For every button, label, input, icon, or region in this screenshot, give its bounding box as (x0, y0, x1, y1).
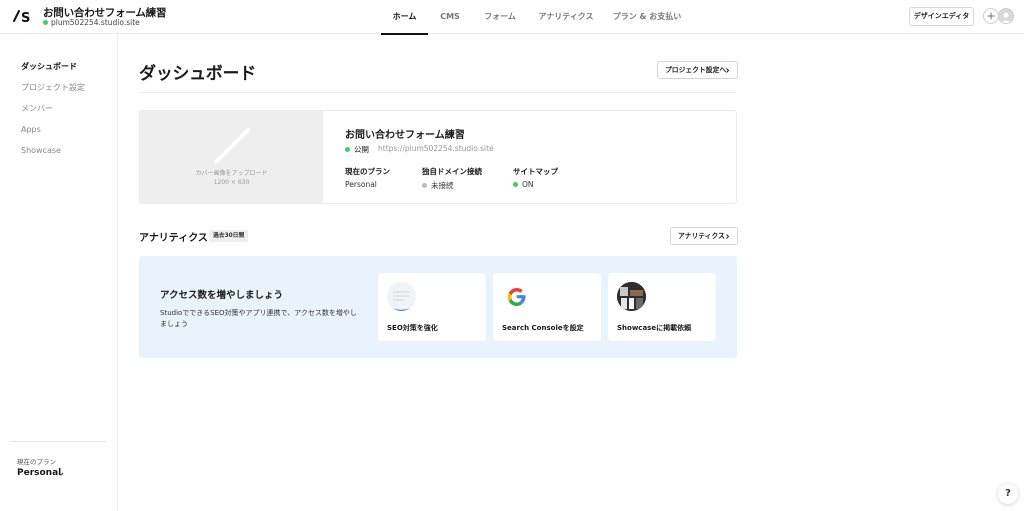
google-icon (502, 282, 531, 311)
chevron-down-icon[interactable] (147, 9, 153, 15)
divider (139, 92, 737, 93)
sidebar-item-dashboard[interactable]: ダッシュボード (21, 61, 77, 72)
plan-selector[interactable]: Personal (17, 468, 61, 478)
top-bar: S お問い合わせフォーム練習 plum502254.studio.site ホー… (0, 0, 1024, 35)
plus-icon[interactable] (983, 8, 999, 24)
project-card: カバー画像をアップロード 1200 × 630 お問い合わせフォーム練習 公開 … (139, 110, 737, 204)
sidebar: ダッシュボード プロジェクト設定 メンバー Apps Showcase 現在のプ… (0, 34, 118, 511)
chevron-right-icon (726, 234, 730, 239)
design-editor-button[interactable]: デザインエディタ (909, 7, 974, 26)
site-url-link[interactable]: https://plum502254.studio.site (378, 144, 494, 153)
nav-tab-plan-billing[interactable]: プラン & お支払い (611, 0, 683, 34)
project-card-title: お問い合わせフォーム練習 (345, 130, 465, 141)
nav-tab-cms[interactable]: CMS (432, 0, 468, 34)
plan-label: 現在のプラン (17, 458, 56, 466)
tile-label: SEO対策を強化 (387, 324, 438, 332)
nav-tab-analytics[interactable]: アナリティクス (533, 0, 599, 34)
promo-title: アクセス数を増やしましょう (160, 290, 284, 301)
tile-seo[interactable]: SEO対策を強化 (378, 273, 486, 341)
status-dot (345, 146, 350, 152)
showcase-icon (617, 282, 646, 311)
project-url: plum502254.studio.site (43, 18, 140, 27)
domain-meta-label: 独自ドメイン接続 (422, 167, 482, 176)
avatar[interactable] (998, 8, 1014, 24)
page-title: ダッシュボード (139, 64, 256, 84)
analytics-promo-panel: アクセス数を増やしましょう StudioでできるSEO対策やアプリ連携で、アクセ… (139, 256, 737, 358)
plan-meta-value: Personal (345, 180, 377, 189)
image-placeholder-icon (214, 128, 250, 164)
user-avatar-icon (1001, 12, 1011, 23)
cover-upload-label: カバー画像をアップロード (195, 170, 268, 177)
svg-text:S: S (21, 11, 30, 23)
sidebar-item-showcase[interactable]: Showcase (21, 146, 61, 155)
help-button[interactable]: ? (998, 484, 1018, 504)
sitemap-meta-value: ON (513, 180, 534, 189)
nav-tab-form[interactable]: フォーム (476, 0, 524, 34)
status-dot (422, 182, 427, 188)
sidebar-item-apps[interactable]: Apps (21, 125, 41, 134)
studio-logo-icon[interactable]: S (13, 9, 33, 23)
project-settings-button[interactable]: プロジェクト設定へ (657, 61, 738, 79)
sidebar-divider (10, 441, 106, 442)
sitemap-meta-label: サイトマップ (513, 167, 558, 176)
status-dot (43, 19, 48, 25)
nav-tab-home[interactable]: ホーム (381, 0, 428, 35)
cover-upload[interactable]: カバー画像をアップロード 1200 × 630 (140, 111, 323, 203)
analytics-section-title: アナリティクス (139, 233, 208, 244)
tile-search-console[interactable]: Search Consoleを設定 (493, 273, 601, 341)
period-badge: 過去30日間 (209, 230, 249, 242)
sidebar-item-members[interactable]: メンバー (21, 103, 53, 114)
tile-label: Showcaseに掲載依頼 (617, 324, 692, 332)
chevron-down-icon[interactable] (58, 471, 64, 477)
analytics-button[interactable]: アナリティクス (670, 227, 738, 245)
tile-label: Search Consoleを設定 (502, 324, 584, 332)
publish-status: 公開 (345, 144, 369, 155)
chevron-right-icon (726, 68, 730, 73)
sidebar-item-project-settings[interactable]: プロジェクト設定 (21, 82, 85, 93)
seo-icon (387, 282, 416, 311)
domain-meta-value: 未接続 (422, 180, 454, 191)
status-dot (513, 181, 518, 187)
cover-size-label: 1200 × 630 (213, 179, 250, 186)
promo-description: StudioでできるSEO対策やアプリ連携で、アクセス数を増やしましょう (160, 309, 357, 328)
tile-showcase[interactable]: Showcaseに掲載依頼 (608, 273, 716, 341)
plan-meta-label: 現在のプラン (345, 167, 390, 176)
